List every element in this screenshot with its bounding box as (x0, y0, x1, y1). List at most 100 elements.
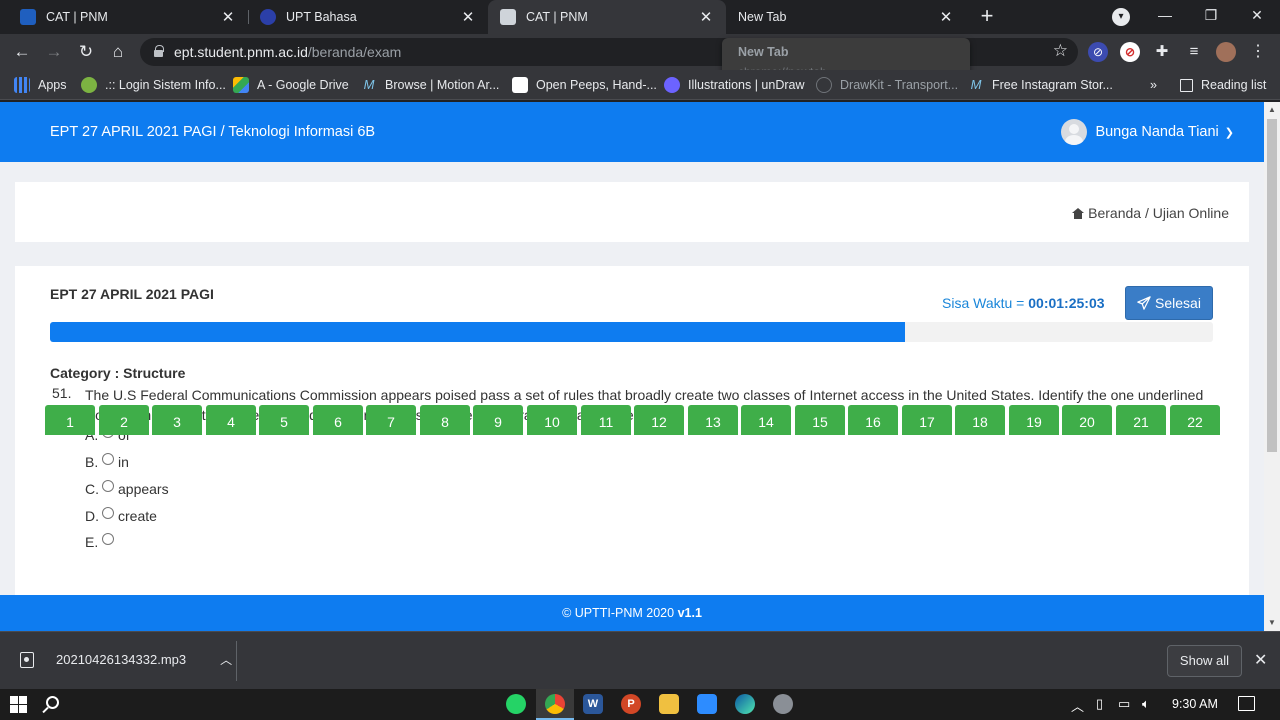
media-controls-icon[interactable]: ≡ (1184, 42, 1204, 62)
bookmark-undraw[interactable]: Illustrations | unDraw (664, 76, 805, 94)
question-number-button[interactable]: 3 (152, 405, 202, 435)
extension-adblock-icon[interactable]: ⊘ (1120, 42, 1140, 62)
chevron-up-icon[interactable]: ︿ (220, 651, 232, 668)
file-explorer-icon[interactable] (659, 694, 679, 714)
close-icon[interactable]: ✕ (938, 8, 954, 26)
tab-search-chevron-icon[interactable]: ▾ (1112, 8, 1130, 26)
download-item[interactable]: 20210426134332.mp3 ︿ (20, 651, 232, 668)
question-number-button[interactable]: 2 (99, 405, 149, 435)
show-all-button[interactable]: Show all (1167, 645, 1242, 677)
question-number-button[interactable]: 11 (581, 405, 631, 435)
kebab-menu-icon[interactable]: ⋮ (1248, 42, 1268, 62)
question-number-button[interactable]: 22 (1170, 405, 1220, 435)
edge-icon[interactable] (735, 694, 755, 714)
question-number-button[interactable]: 8 (420, 405, 470, 435)
close-icon[interactable]: ✕ (460, 8, 476, 26)
question-number-button[interactable]: 7 (366, 405, 416, 435)
breadcrumb-text[interactable]: Beranda / Ujian Online (1088, 205, 1229, 221)
question-number-button[interactable]: 5 (259, 405, 309, 435)
volume-icon[interactable]: 🔈︎ (1142, 696, 1150, 712)
bookmark-drawkit[interactable]: DrawKit - Transport... (816, 76, 958, 94)
radio-button[interactable] (102, 480, 114, 492)
minimize-icon[interactable]: — (1153, 4, 1177, 26)
zoom-icon[interactable] (697, 694, 717, 714)
option-b[interactable]: B. in (85, 453, 129, 470)
option-d[interactable]: D. create (85, 507, 157, 524)
option-e[interactable]: E. (85, 533, 118, 550)
reading-list[interactable]: Reading list (1180, 76, 1266, 94)
question-number-button[interactable]: 15 (795, 405, 845, 435)
question-number-button[interactable]: 21 (1116, 405, 1166, 435)
bookmark-instagram-stories[interactable]: M Free Instagram Stor... (968, 76, 1113, 94)
exam-card: EPT 27 APRIL 2021 PAGI Sisa Waktu = 00:0… (15, 266, 1249, 631)
close-icon[interactable]: ✕ (698, 8, 714, 26)
bookmark-star-icon[interactable]: ☆ (1053, 41, 1068, 61)
taskbar-clock[interactable]: 9:30 AM (1172, 697, 1218, 711)
bookmarks-overflow-chevron[interactable]: » (1150, 76, 1157, 94)
bookmark-open-peeps[interactable]: Open Peeps, Hand-... (512, 76, 657, 94)
question-number-button[interactable]: 9 (473, 405, 523, 435)
user-menu[interactable]: Bunga Nanda Tiani ❯ (1061, 119, 1234, 145)
question-number: 51. (52, 385, 72, 401)
home-icon[interactable]: ⌂ (106, 40, 130, 64)
tab-cat-pnm-active[interactable]: CAT | PNM ✕ (488, 0, 726, 34)
question-number-navigator: 1 2 3 4 5 6 7 8 9 10 11 12 13 14 15 16 17 18 19 20 21 22 (30, 405, 1264, 435)
windows-start-icon[interactable] (10, 696, 27, 713)
restore-icon[interactable]: ❐ (1199, 4, 1223, 26)
question-number-button[interactable]: 16 (848, 405, 898, 435)
finish-button[interactable]: Selesai (1125, 286, 1213, 320)
powerpoint-icon[interactable]: P (621, 694, 641, 714)
close-icon[interactable]: ✕ (220, 8, 236, 26)
extensions-puzzle-icon[interactable]: ✚ (1152, 42, 1172, 62)
page-scrollbar[interactable]: ▲ ▼ (1264, 102, 1280, 631)
extension-blocker-icon[interactable]: ⊘ (1088, 42, 1108, 62)
bookmark-motion-array[interactable]: M Browse | Motion Ar... (361, 76, 500, 94)
window-close-icon[interactable]: ✕ (1245, 4, 1269, 26)
exam-title: EPT 27 APRIL 2021 PAGI (50, 286, 214, 302)
radio-button[interactable] (102, 533, 114, 545)
scroll-down-arrow-icon[interactable]: ▼ (1264, 615, 1280, 631)
question-number-button[interactable]: 1 (45, 405, 95, 435)
browser-toolbar: ← → ↻ ⌂ ept.student.pnm.ac.id/beranda/ex… (0, 34, 1280, 70)
battery-icon[interactable]: ▭ (1118, 696, 1130, 712)
question-number-button[interactable]: 13 (688, 405, 738, 435)
word-icon[interactable]: W (583, 694, 603, 714)
scroll-up-arrow-icon[interactable]: ▲ (1264, 102, 1280, 118)
profile-avatar-icon[interactable] (1216, 42, 1236, 62)
bookmark-login-sistem[interactable]: .:: Login Sistem Info... (81, 76, 226, 94)
chrome-icon[interactable] (545, 694, 565, 714)
option-c[interactable]: C. appears (85, 480, 169, 497)
question-number-button[interactable]: 10 (527, 405, 577, 435)
radio-button[interactable] (102, 453, 114, 465)
tab-title: CAT | PNM (46, 10, 108, 24)
reload-icon[interactable]: ↻ (74, 40, 98, 64)
notification-icon[interactable] (1238, 696, 1255, 711)
back-arrow-icon[interactable]: ← (10, 40, 34, 64)
whatsapp-icon[interactable] (506, 694, 526, 714)
question-number-button[interactable]: 18 (955, 405, 1005, 435)
bookmark-apps[interactable]: Apps (14, 76, 67, 94)
network-icon[interactable]: ▯ (1096, 696, 1103, 712)
question-number-button[interactable]: 12 (634, 405, 684, 435)
question-number-button[interactable]: 20 (1062, 405, 1112, 435)
scrollbar-thumb[interactable] (1267, 119, 1277, 452)
new-tab-plus-icon[interactable]: + (976, 5, 998, 27)
question-number-button[interactable]: 6 (313, 405, 363, 435)
tab-upt-bahasa[interactable]: UPT Bahasa ✕ (248, 0, 488, 34)
radio-button[interactable] (102, 507, 114, 519)
avatar (1061, 119, 1088, 145)
exam-header-title: EPT 27 APRIL 2021 PAGI / Teknologi Infor… (50, 124, 376, 140)
close-icon[interactable]: ✕ (1254, 650, 1267, 670)
search-icon[interactable] (46, 696, 59, 709)
question-number-button[interactable]: 14 (741, 405, 791, 435)
bookmark-google-drive[interactable]: A - Google Drive (233, 76, 349, 94)
pnm-favicon-icon (20, 9, 36, 25)
chevron-up-icon[interactable]: ︿ (1071, 696, 1084, 715)
forward-arrow-icon[interactable]: → (42, 40, 66, 64)
app-icon[interactable] (773, 694, 793, 714)
tab-new-tab[interactable]: New Tab ✕ (726, 0, 966, 34)
tab-cat-pnm-1[interactable]: CAT | PNM ✕ (8, 0, 248, 34)
question-number-button[interactable]: 4 (206, 405, 256, 435)
question-number-button[interactable]: 19 (1009, 405, 1059, 435)
question-number-button[interactable]: 17 (902, 405, 952, 435)
